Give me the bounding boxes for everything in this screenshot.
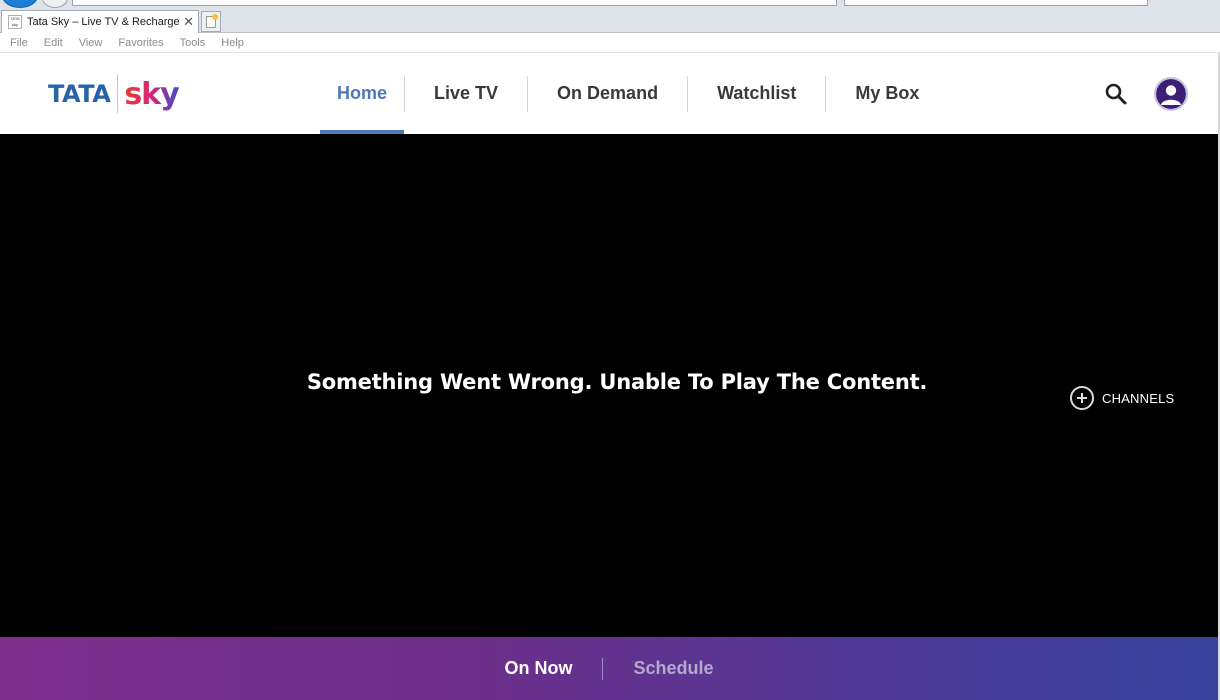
tab-on-now[interactable]: On Now <box>474 658 602 679</box>
menu-file[interactable]: File <box>10 37 28 49</box>
address-bar[interactable] <box>72 0 837 6</box>
menu-help[interactable]: Help <box>221 37 244 49</box>
menu-favorites[interactable]: Favorites <box>118 37 163 49</box>
bottom-tab-bar: On Now Schedule <box>0 637 1218 700</box>
channels-label: CHANNELS <box>1102 390 1175 406</box>
logo-divider <box>117 75 119 113</box>
playback-error-message: Something Went Wrong. Unable To Play The… <box>306 370 928 394</box>
video-player[interactable]: Something Went Wrong. Unable To Play The… <box>0 134 1218 637</box>
nav-watchlist[interactable]: Watchlist <box>688 53 825 134</box>
tata-sky-logo[interactable]: TATA sky <box>48 73 180 115</box>
back-button[interactable] <box>2 0 38 8</box>
favicon-icon: TATA sky <box>8 15 22 29</box>
close-tab-icon[interactable]: ✕ <box>183 14 194 30</box>
search-icon[interactable] <box>1104 82 1128 106</box>
nav-live-tv[interactable]: Live TV <box>405 53 527 134</box>
menu-tools[interactable]: Tools <box>180 37 206 49</box>
nav-my-box[interactable]: My Box <box>826 53 948 134</box>
channels-button[interactable]: CHANNELS <box>1070 386 1174 410</box>
logo-tata-text: TATA <box>48 80 111 108</box>
menu-view[interactable]: View <box>79 37 103 49</box>
user-avatar-icon[interactable] <box>1154 77 1188 111</box>
forward-button[interactable] <box>42 0 68 8</box>
new-tab-icon <box>206 13 218 28</box>
menu-edit[interactable]: Edit <box>44 37 63 49</box>
main-nav: Home Live TV On Demand Watchlist My Box <box>320 53 948 134</box>
tab-strip: TATA sky Tata Sky – Live TV & Recharge ✕ <box>0 8 1220 33</box>
browser-toolbar <box>0 0 1220 8</box>
plus-circle-icon <box>1070 386 1094 410</box>
nav-on-demand[interactable]: On Demand <box>528 53 687 134</box>
tab-title: Tata Sky – Live TV & Recharge <box>27 16 180 28</box>
logo-sky-text: sky <box>124 76 179 112</box>
menu-bar: File Edit View Favorites Tools Help <box>0 33 1220 53</box>
browser-search-box[interactable] <box>844 0 1148 6</box>
site-header: TATA sky Home Live TV On Demand Watchlis… <box>0 53 1218 134</box>
browser-tab[interactable]: TATA sky Tata Sky – Live TV & Recharge ✕ <box>1 10 199 33</box>
tab-schedule[interactable]: Schedule <box>603 658 743 679</box>
nav-home[interactable]: Home <box>320 53 405 134</box>
new-tab-button[interactable] <box>201 11 221 32</box>
